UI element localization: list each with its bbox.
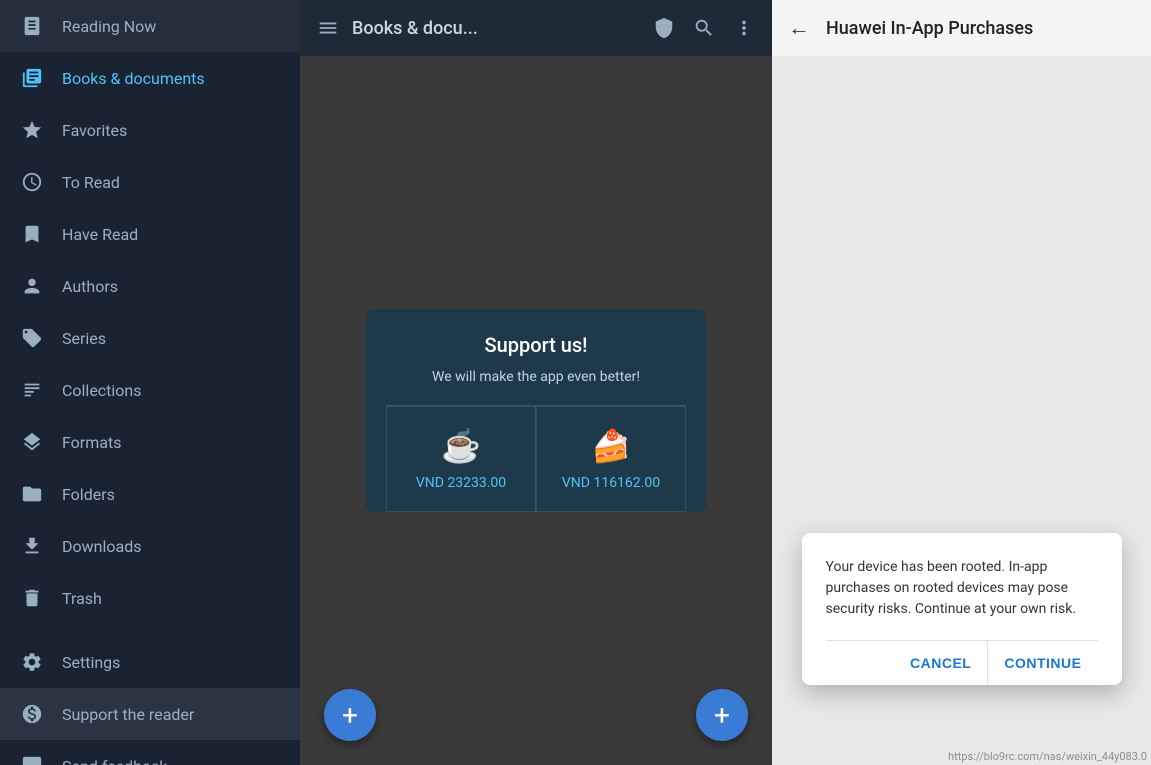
back-arrow-icon[interactable]: ←	[788, 15, 810, 41]
coffee-icon: ☕	[441, 427, 481, 465]
alert-cancel-button[interactable]: CANCEL	[894, 641, 988, 685]
sidebar-label-authors: Authors	[62, 277, 118, 296]
layers-icon	[20, 430, 44, 454]
middle-header-title: Books & docu...	[352, 18, 478, 39]
sidebar-label-have-read: Have Read	[62, 225, 138, 244]
tag-icon	[20, 326, 44, 350]
sidebar-item-settings[interactable]: Settings	[0, 636, 300, 688]
trash-icon	[20, 586, 44, 610]
middle-header: Books & docu...	[300, 0, 772, 56]
fab-right-icon: +	[714, 699, 730, 732]
alert-message: Your device has been rooted. In-app purc…	[826, 557, 1098, 620]
middle-content: Support us! We will make the app even be…	[300, 56, 772, 765]
coins-icon	[20, 702, 44, 726]
sidebar-label-books: Books & documents	[62, 69, 205, 88]
header-gem-icon[interactable]	[648, 12, 680, 44]
cake-icon: 🍰	[591, 427, 631, 465]
sidebar-item-trash[interactable]: Trash	[0, 572, 300, 624]
url-hint: https://blo9rc.com/nas/weixin_44y083.0	[944, 748, 1151, 765]
right-content: Your device has been rooted. In-app purc…	[772, 56, 1151, 765]
sidebar-item-favorites[interactable]: Favorites	[0, 104, 300, 156]
middle-panel: Books & docu... Support us! We will make…	[300, 0, 772, 765]
header-search-icon[interactable]	[688, 12, 720, 44]
middle-header-right	[648, 12, 760, 44]
sidebar-item-books-documents[interactable]: Books & documents	[0, 52, 300, 104]
download-icon	[20, 534, 44, 558]
person-icon	[20, 274, 44, 298]
sidebar-label-formats: Formats	[62, 433, 121, 452]
right-panel-title: Huawei In-App Purchases	[826, 18, 1033, 39]
chat-icon	[20, 754, 44, 765]
sidebar-item-formats[interactable]: Formats	[0, 416, 300, 468]
sidebar-item-feedback[interactable]: Send feedback	[0, 740, 300, 765]
alert-continue-button[interactable]: CONTINUE	[988, 641, 1097, 685]
sidebar-item-to-read[interactable]: To Read	[0, 156, 300, 208]
sidebar-item-have-read[interactable]: Have Read	[0, 208, 300, 260]
alert-actions: CANCEL CONTINUE	[826, 640, 1098, 685]
sidebar-label-series: Series	[62, 329, 106, 348]
support-option-coffee-label: VND 23233.00	[416, 475, 506, 491]
star-icon	[20, 118, 44, 142]
support-option-cake[interactable]: 🍰 VND 116162.00	[536, 406, 686, 512]
sidebar-item-support[interactable]: Support the reader	[0, 688, 300, 740]
folder-icon	[20, 482, 44, 506]
sidebar-label-support: Support the reader	[62, 705, 194, 724]
gear-icon	[20, 650, 44, 674]
sidebar-label-favorites: Favorites	[62, 121, 127, 140]
sidebar-item-folders[interactable]: Folders	[0, 468, 300, 520]
sidebar-label-to-read: To Read	[62, 173, 120, 192]
reading-now-icon	[20, 14, 44, 38]
books-icon	[20, 66, 44, 90]
sidebar: Reading Now Books & documents Favorites …	[0, 0, 300, 765]
support-options: ☕ VND 23233.00 🍰 VND 116162.00	[386, 405, 686, 512]
sidebar-label-feedback: Send feedback	[62, 757, 167, 765]
hamburger-menu-icon[interactable]	[312, 12, 344, 44]
fab-add-left[interactable]: +	[324, 689, 376, 741]
right-panel: ← Huawei In-App Purchases Your device ha…	[772, 0, 1151, 765]
sidebar-item-collections[interactable]: Collections	[0, 364, 300, 416]
support-option-coffee[interactable]: ☕ VND 23233.00	[386, 406, 536, 512]
header-more-icon[interactable]	[728, 12, 760, 44]
middle-header-left: Books & docu...	[312, 12, 478, 44]
sidebar-item-series[interactable]: Series	[0, 312, 300, 364]
right-header: ← Huawei In-App Purchases	[772, 0, 1151, 56]
collections-icon	[20, 378, 44, 402]
sidebar-label-downloads: Downloads	[62, 537, 141, 556]
fab-add-right[interactable]: +	[696, 689, 748, 741]
clock-icon	[20, 170, 44, 194]
sidebar-item-reading-now[interactable]: Reading Now	[0, 0, 300, 52]
sidebar-item-authors[interactable]: Authors	[0, 260, 300, 312]
fab-left-icon: +	[342, 699, 358, 732]
sidebar-label-trash: Trash	[62, 589, 102, 608]
check-bookmark-icon	[20, 222, 44, 246]
alert-dialog: Your device has been rooted. In-app purc…	[802, 533, 1122, 685]
support-card: Support us! We will make the app even be…	[366, 309, 706, 512]
sidebar-label-collections: Collections	[62, 381, 142, 400]
support-option-cake-label: VND 116162.00	[562, 475, 660, 491]
sidebar-item-downloads[interactable]: Downloads	[0, 520, 300, 572]
sidebar-label-settings: Settings	[62, 653, 120, 672]
sidebar-label-reading-now: Reading Now	[62, 17, 156, 36]
sidebar-label-folders: Folders	[62, 485, 115, 504]
support-card-title: Support us!	[485, 333, 588, 357]
support-card-subtitle: We will make the app even better!	[432, 369, 640, 385]
